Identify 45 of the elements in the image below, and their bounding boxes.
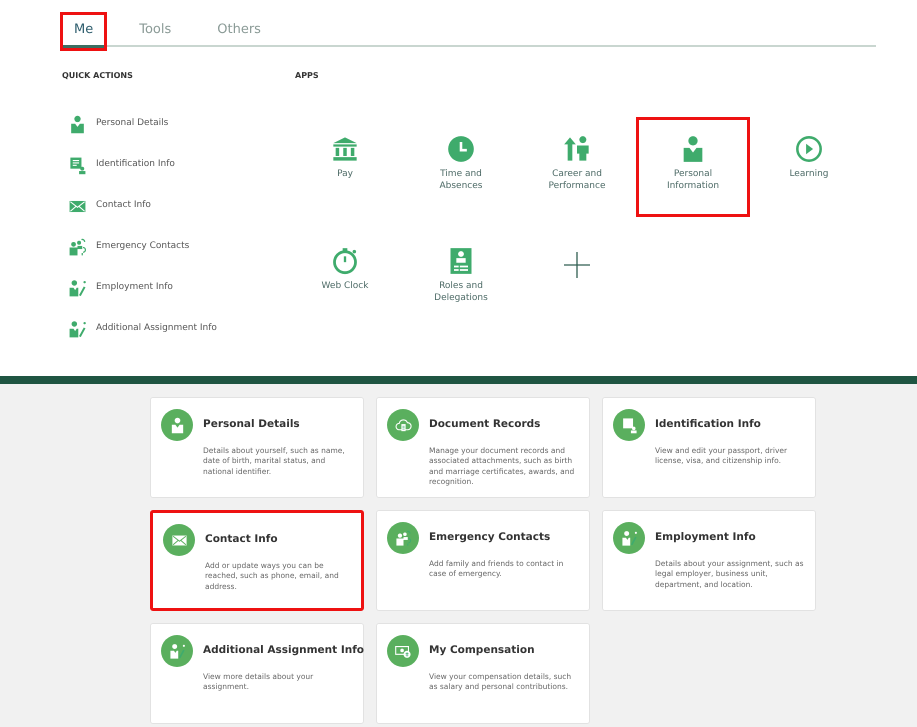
quick-action-link[interactable]: Additional Assignment Info: [96, 322, 217, 336]
clock-icon: [447, 135, 475, 163]
card-title: Emergency Contacts: [429, 530, 552, 545]
person-pen-icon: [68, 278, 87, 298]
app-tile[interactable]: Learning: [755, 120, 863, 214]
app-tile[interactable]: Time and Absences: [407, 120, 515, 214]
person-icon: [68, 114, 87, 134]
card-title: Personal Details: [203, 417, 301, 432]
person-pen-icon: [620, 530, 638, 546]
people-icon: [394, 530, 412, 546]
play-icon: [795, 135, 823, 163]
quick-action-link[interactable]: Personal Details: [96, 117, 168, 131]
arrow-person-icon: [563, 135, 591, 163]
quick-action-link[interactable]: Emergency Contacts: [96, 240, 190, 254]
card-title: My Compensation: [429, 643, 536, 658]
app-label: Web Clock: [320, 280, 370, 292]
app-tile[interactable]: Career and Performance: [523, 120, 631, 214]
tab[interactable]: Me: [62, 14, 106, 49]
app-label: Learning: [788, 168, 830, 180]
card-title: Contact Info: [205, 532, 279, 547]
app-label: Career and Performance: [547, 168, 607, 192]
app-tile[interactable]: Web Clock: [291, 232, 399, 326]
quick-action-link[interactable]: Contact Info: [96, 199, 151, 213]
app-tile[interactable]: Roles and Delegations: [407, 232, 515, 326]
cloud-document-icon: [394, 416, 412, 434]
app-label: Roles and Delegations: [433, 280, 489, 304]
card-title: Document Records: [429, 417, 542, 432]
section-heading: QUICK ACTIONS: [62, 70, 134, 82]
people-icon: [68, 238, 87, 256]
card-title: Identification Info: [655, 417, 762, 432]
person-pen-icon: [168, 642, 186, 660]
person-pen-icon: [68, 320, 87, 338]
app-tile[interactable]: Pay: [291, 120, 399, 214]
quick-action-link[interactable]: Employment Info: [96, 281, 173, 295]
app-tile[interactable]: Personal Information: [639, 120, 747, 214]
bank-icon: [331, 135, 359, 163]
plus-icon: [564, 252, 590, 278]
app-label: Personal Information: [666, 168, 720, 192]
app-label: Time and Absences: [438, 168, 484, 192]
app-label: Pay: [336, 168, 354, 180]
card-title: Additional Assignment Info: [203, 643, 364, 658]
stopwatch-icon: [331, 247, 359, 275]
quick-action-link[interactable]: Identification Info: [96, 158, 175, 172]
card-title: Employment Info: [655, 530, 757, 545]
section-heading: APPS: [295, 70, 320, 82]
